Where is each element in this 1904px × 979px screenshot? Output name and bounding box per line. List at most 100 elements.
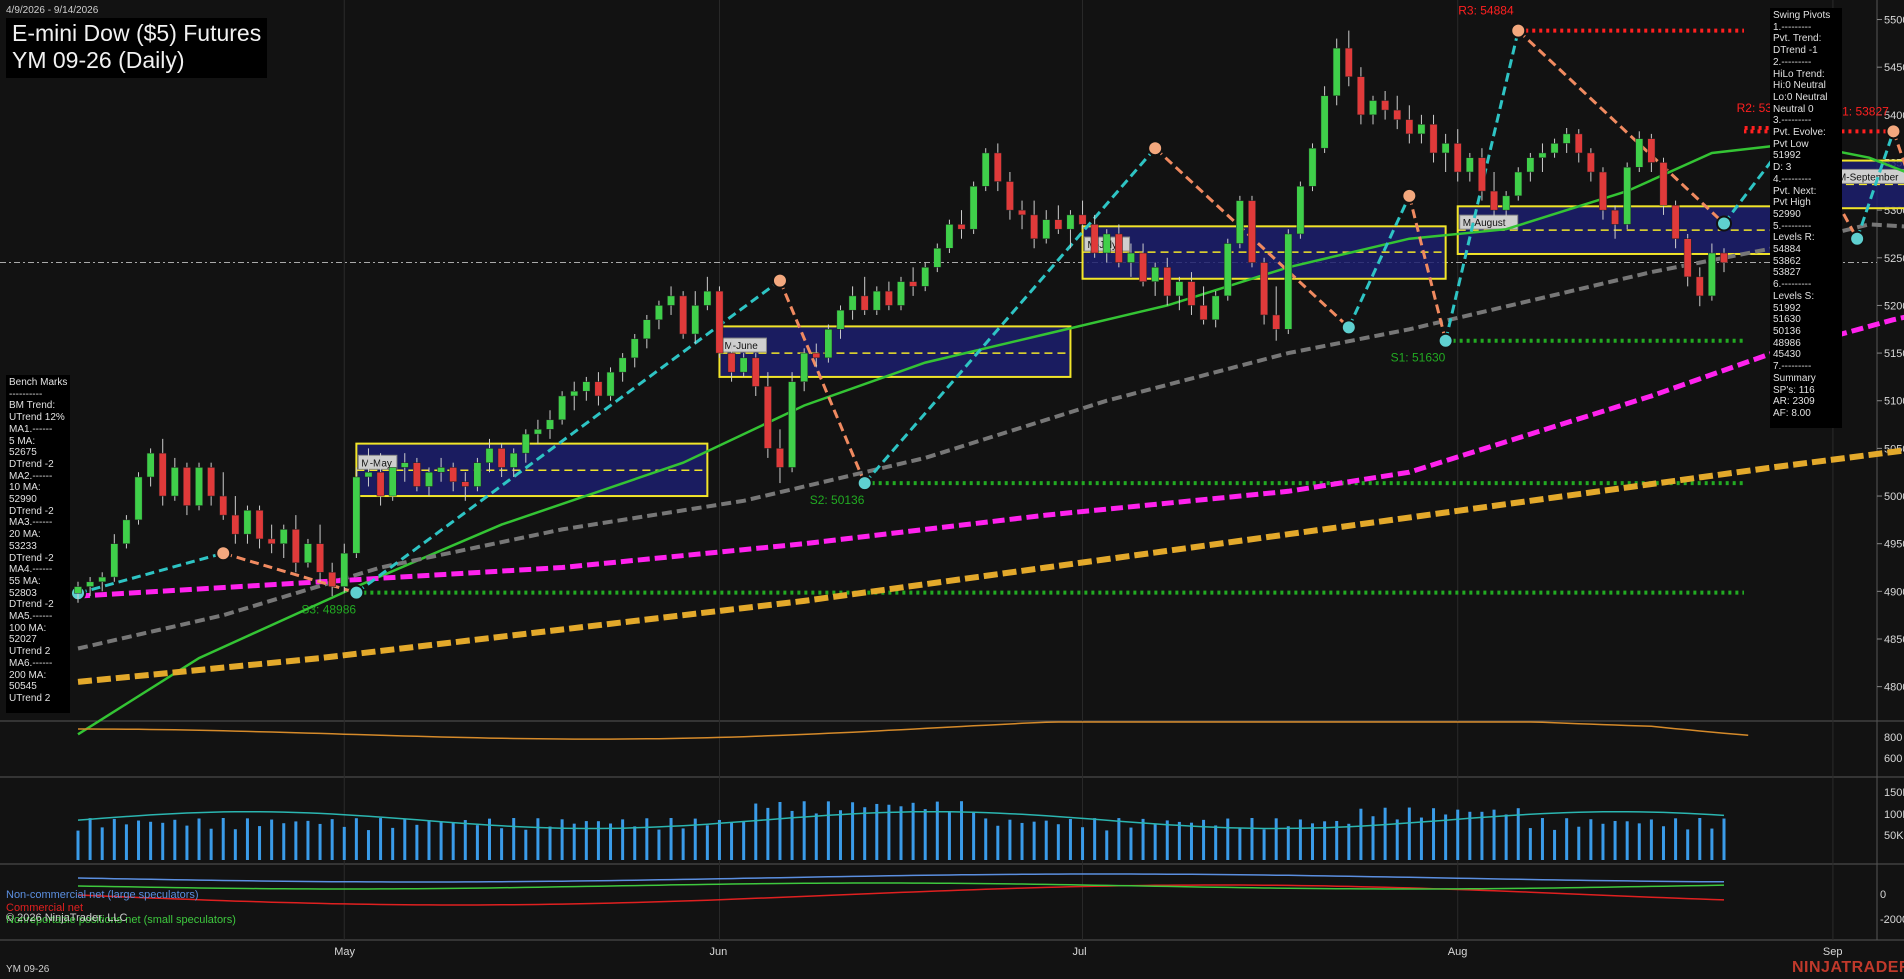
bench-marks-line: MA6.------ bbox=[9, 657, 53, 669]
swing-pivots-line: Pvt. Next: bbox=[1773, 185, 1817, 197]
pivot-level-label: R3: 54884 bbox=[1458, 4, 1514, 18]
volume-bar bbox=[233, 829, 237, 860]
month-label: Sep bbox=[1823, 946, 1843, 958]
volume-bar bbox=[560, 819, 564, 860]
volume-bar bbox=[124, 824, 128, 860]
candle-body bbox=[642, 319, 651, 340]
candle-body bbox=[255, 510, 264, 540]
candle-body bbox=[449, 467, 458, 482]
candle-body bbox=[1695, 276, 1704, 297]
swing-pivots-line: 51992 bbox=[1773, 150, 1801, 162]
volume-bar bbox=[802, 801, 806, 860]
candle-body bbox=[739, 357, 748, 373]
candle-body bbox=[1465, 157, 1474, 173]
volume-bar bbox=[972, 812, 976, 860]
candle-body bbox=[1187, 281, 1196, 306]
candle-body bbox=[1599, 171, 1607, 211]
candle-body bbox=[1042, 219, 1051, 239]
swing-pivot-marker bbox=[1437, 332, 1454, 349]
volume-bar bbox=[1649, 819, 1653, 860]
volume-bar bbox=[209, 828, 213, 860]
copyright: © 2026 NinjaTrader, LLC bbox=[6, 912, 128, 924]
candle-body bbox=[1369, 100, 1377, 116]
candle-body bbox=[376, 471, 385, 497]
candle-body bbox=[521, 433, 530, 454]
bench-marks-line: 100 MA: bbox=[9, 622, 47, 634]
legend-noncommercial: Non-commercial net (large speculators) bbox=[6, 889, 199, 901]
candle-body bbox=[667, 295, 675, 306]
symbol-label: YM 09-26 bbox=[6, 964, 50, 975]
swing-pivots-line: 54884 bbox=[1773, 244, 1801, 256]
candle-body bbox=[1538, 152, 1547, 158]
volume-bar bbox=[379, 818, 383, 860]
volume-bar bbox=[1068, 818, 1072, 860]
volume-bar bbox=[1613, 820, 1617, 860]
volume-bar bbox=[633, 826, 637, 860]
volume-bar bbox=[512, 818, 516, 860]
candle-body bbox=[497, 448, 506, 468]
swing-zigzag-line bbox=[222, 551, 357, 595]
volume-bar bbox=[1129, 827, 1133, 860]
price-tick-label: 55000 bbox=[1884, 15, 1904, 27]
swing-pivots-line: Pvt. Evolve: bbox=[1773, 127, 1826, 139]
candle-body bbox=[1357, 76, 1365, 116]
volume-bar bbox=[306, 820, 310, 860]
candle-body bbox=[1683, 238, 1692, 278]
volume-bar bbox=[258, 826, 262, 860]
bench-marks-line: BM Trend: bbox=[9, 400, 56, 412]
swing-pivot-marker bbox=[348, 584, 365, 601]
volume-bar bbox=[366, 830, 370, 860]
candle-body bbox=[534, 429, 542, 435]
candle-body bbox=[1199, 305, 1208, 320]
bench-marks-line: 55 MA: bbox=[9, 575, 41, 587]
candle-body bbox=[1223, 243, 1232, 297]
candle-body bbox=[1236, 200, 1244, 244]
swing-pivots-line: 4.--------- bbox=[1773, 173, 1812, 185]
swing-pivots-line: 51992 bbox=[1773, 302, 1801, 314]
candle-body bbox=[1502, 195, 1511, 211]
moving-average-line bbox=[77, 222, 1904, 651]
candle-body bbox=[1018, 209, 1026, 216]
contract-title: YM 09-26 (Daily) bbox=[12, 47, 185, 73]
swing-pivots-line: AR: 2309 bbox=[1773, 396, 1815, 408]
swing-pivots-line: 45430 bbox=[1773, 349, 1801, 361]
candle-body bbox=[1490, 190, 1498, 211]
candle-body bbox=[146, 452, 155, 478]
swing-pivots-line: 50136 bbox=[1773, 325, 1801, 337]
month-label: Aug bbox=[1448, 946, 1468, 958]
candle-body bbox=[1332, 47, 1341, 97]
swing-pivots-line: 52990 bbox=[1773, 208, 1801, 220]
volume-bar bbox=[645, 818, 649, 860]
bench-marks-line: MA5.------ bbox=[9, 611, 53, 623]
volume-bar bbox=[391, 827, 395, 860]
candle-body bbox=[328, 572, 337, 587]
pivot-level-label: S3: 48986 bbox=[301, 603, 356, 617]
volume-bar bbox=[984, 818, 988, 860]
price-tick-label: 49500 bbox=[1884, 539, 1904, 551]
price-chart[interactable]: 4800048500490004950050000505005100051500… bbox=[0, 0, 1904, 979]
candle-body bbox=[1320, 95, 1329, 149]
volume-bar bbox=[596, 821, 600, 860]
swing-pivot-marker bbox=[1401, 187, 1418, 204]
month-label: Jun bbox=[709, 946, 727, 958]
bench-marks-panel: Bench Marks ---------- BM Trend: UTrend 12%… bbox=[6, 375, 70, 713]
swing-pivots-line: Neutral 0 bbox=[1773, 103, 1814, 115]
volume-bar bbox=[1722, 818, 1726, 860]
candle-body bbox=[231, 514, 240, 535]
candle-body bbox=[316, 543, 324, 573]
candle-body bbox=[909, 281, 917, 287]
bench-marks-line: 52675 bbox=[9, 447, 37, 459]
bench-marks-line: MA3.------ bbox=[9, 517, 53, 529]
volume-bar bbox=[318, 823, 322, 860]
candle-body bbox=[243, 510, 252, 535]
candle-body bbox=[1211, 295, 1220, 320]
volume-bar bbox=[1093, 818, 1097, 860]
pivot-level-label: S2: 50136 bbox=[810, 493, 865, 507]
monthly-box-label: M-May bbox=[361, 458, 392, 469]
volume-bar bbox=[1565, 818, 1569, 860]
candle-body bbox=[933, 248, 942, 268]
swing-pivots-line: HiLo Trend: bbox=[1773, 68, 1825, 80]
candle-body bbox=[413, 462, 421, 487]
volume-bar bbox=[1250, 818, 1254, 860]
volume-bar bbox=[1528, 828, 1532, 860]
